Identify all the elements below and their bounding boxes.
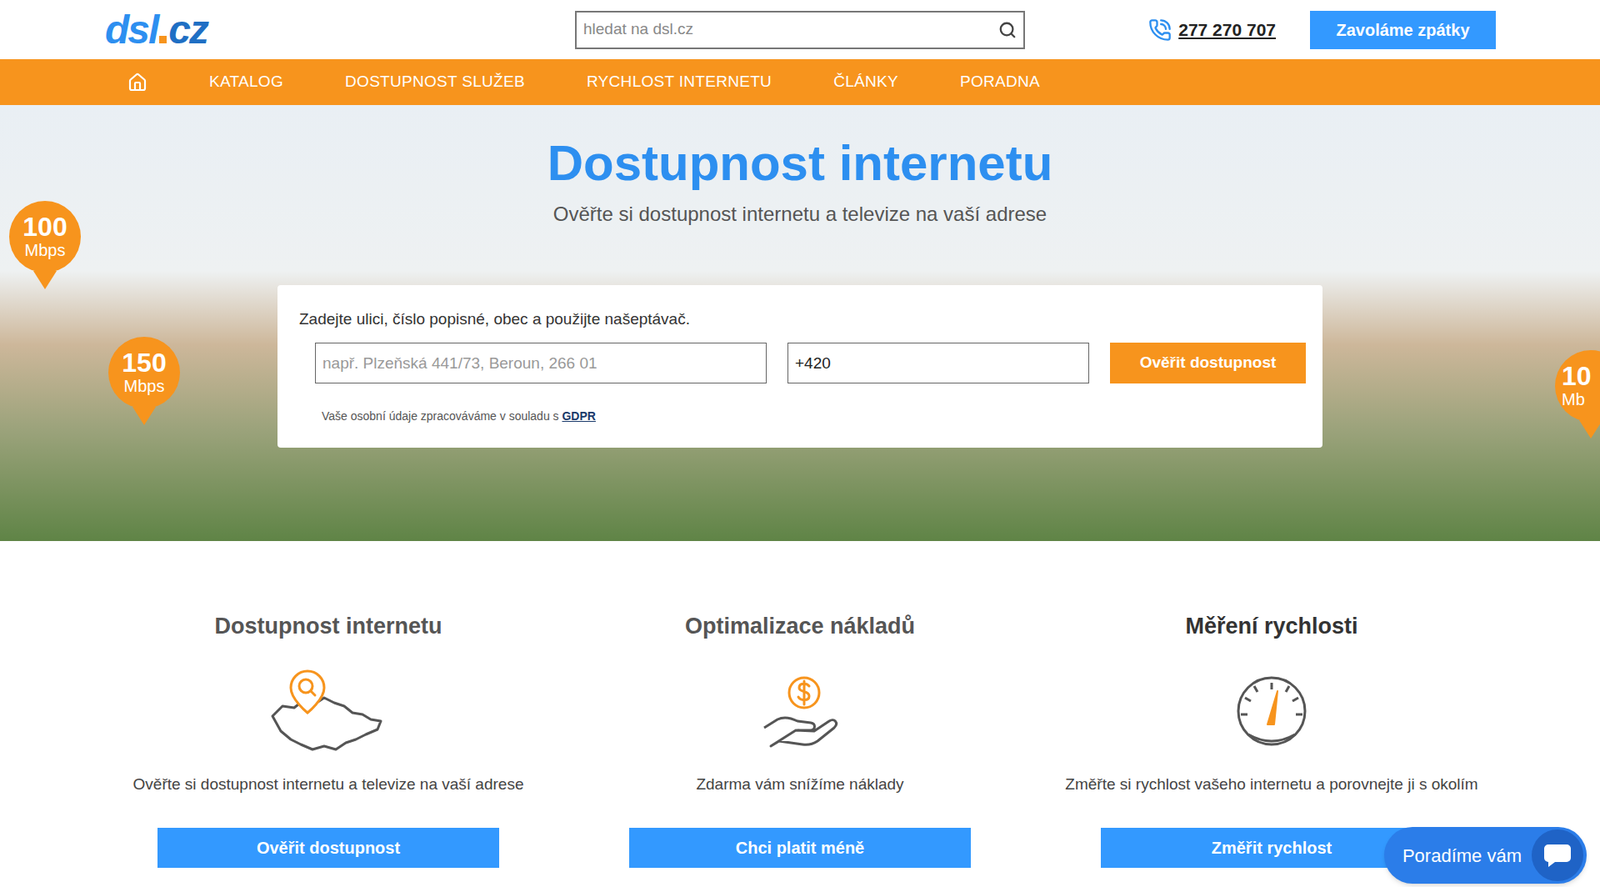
feature-title: Dostupnost internetu bbox=[215, 612, 443, 640]
phone[interactable]: 277 270 707 bbox=[1148, 16, 1276, 44]
feature-title: Optimalizace nákladů bbox=[685, 612, 915, 640]
phone-number[interactable]: 277 270 707 bbox=[1178, 16, 1276, 44]
header: dslcz 277 270 707 Zavoláme zpátky bbox=[0, 0, 1600, 60]
main-nav: KATALOG DOSTUPNOST SLUŽEB RYCHLOST INTERNE… bbox=[0, 59, 1600, 105]
logo-name: dsl bbox=[105, 10, 158, 50]
hero-subtitle: Ověřte si dostupnost internetu a televiz… bbox=[553, 201, 1047, 227]
features: Dostupnost internetu Ověřte si dostupnost… bbox=[92, 540, 1508, 868]
pin-unit: Mb bbox=[1561, 389, 1585, 410]
check-availability-button[interactable]: Ověřit dostupnost bbox=[1110, 342, 1306, 384]
pin-value: 10 bbox=[1561, 362, 1592, 390]
header-actions: 277 270 707 Zavoláme zpátky bbox=[1025, 10, 1496, 50]
form-label: Zadejte ulici, číslo popisné, obec a pou… bbox=[299, 309, 1306, 330]
nav-item[interactable]: ČLÁNKY bbox=[833, 70, 899, 95]
chat-label: Poradíme vám bbox=[1402, 841, 1522, 870]
callback-button[interactable]: Zavoláme zpátky bbox=[1310, 10, 1496, 50]
nav-item[interactable]: DOSTUPNOST SLUŽEB bbox=[345, 70, 525, 95]
pin-unit: Mbps bbox=[25, 240, 66, 261]
page: dslcz 277 270 707 Zavoláme zpátky KATALOG DO… bbox=[0, 0, 1600, 887]
logo[interactable]: dslcz bbox=[105, 10, 575, 50]
speed-pin: 150Mbps bbox=[108, 336, 180, 425]
feature-title: Měření rychlosti bbox=[1185, 612, 1358, 640]
hero: 100Mbps150Mbps10MbDostupnost internetuOv… bbox=[0, 105, 1600, 541]
feature-description: Ověřte si dostupnost internetu a televiz… bbox=[133, 773, 525, 817]
address-input[interactable] bbox=[315, 342, 767, 384]
nav-item[interactable]: KATALOG bbox=[209, 70, 284, 95]
search-icon[interactable] bbox=[998, 20, 1017, 40]
feature-card: Optimalizace nákladů Zdarma vám snížíme n… bbox=[564, 612, 1036, 868]
site-search-input[interactable] bbox=[583, 17, 999, 42]
site-search[interactable] bbox=[575, 10, 1025, 50]
pin-value: 150 bbox=[121, 349, 166, 376]
speed-pin: 10Mb bbox=[1555, 350, 1600, 439]
feature-button[interactable]: Ověřit dostupnost bbox=[157, 827, 500, 868]
availability-form: Zadejte ulici, číslo popisné, obec a pou… bbox=[277, 285, 1323, 448]
phone-input[interactable] bbox=[787, 342, 1090, 384]
feature-card: Dostupnost internetu Ověřte si dostupnost… bbox=[92, 612, 565, 868]
phone-icon bbox=[1148, 18, 1172, 42]
feature-description: Zdarma vám snížíme náklady bbox=[695, 773, 904, 817]
speedometer-icon bbox=[1209, 667, 1335, 755]
czech-map-icon bbox=[265, 667, 391, 755]
feature-button[interactable]: Chci platit méně bbox=[629, 827, 971, 868]
hero-title: Dostupnost internetu bbox=[547, 135, 1054, 192]
pin-unit: Mbps bbox=[124, 375, 165, 397]
nav-item[interactable]: RYCHLOST INTERNETU bbox=[586, 70, 772, 95]
form-row: Ověřit dostupnost bbox=[315, 342, 1306, 384]
logo-dot bbox=[159, 35, 167, 44]
gdpr-link[interactable]: GDPR bbox=[561, 409, 595, 423]
pin-value: 100 bbox=[22, 213, 67, 240]
gdpr-note: Vaše osobní údaje zpracováváme v souladu… bbox=[321, 408, 1306, 424]
home-icon[interactable] bbox=[127, 72, 148, 93]
logo-tld: cz bbox=[168, 10, 208, 50]
money-hand-icon bbox=[737, 667, 863, 755]
speed-pin: 100Mbps bbox=[9, 200, 81, 290]
feature-description: Změřte si rychlost vašeho internetu a po… bbox=[1065, 773, 1478, 817]
chat-bubble-icon bbox=[1543, 842, 1572, 868]
nav-item[interactable]: PORADNA bbox=[960, 70, 1040, 95]
chat-button[interactable] bbox=[1531, 829, 1584, 881]
chat-widget[interactable]: Poradíme vám bbox=[1384, 826, 1587, 884]
